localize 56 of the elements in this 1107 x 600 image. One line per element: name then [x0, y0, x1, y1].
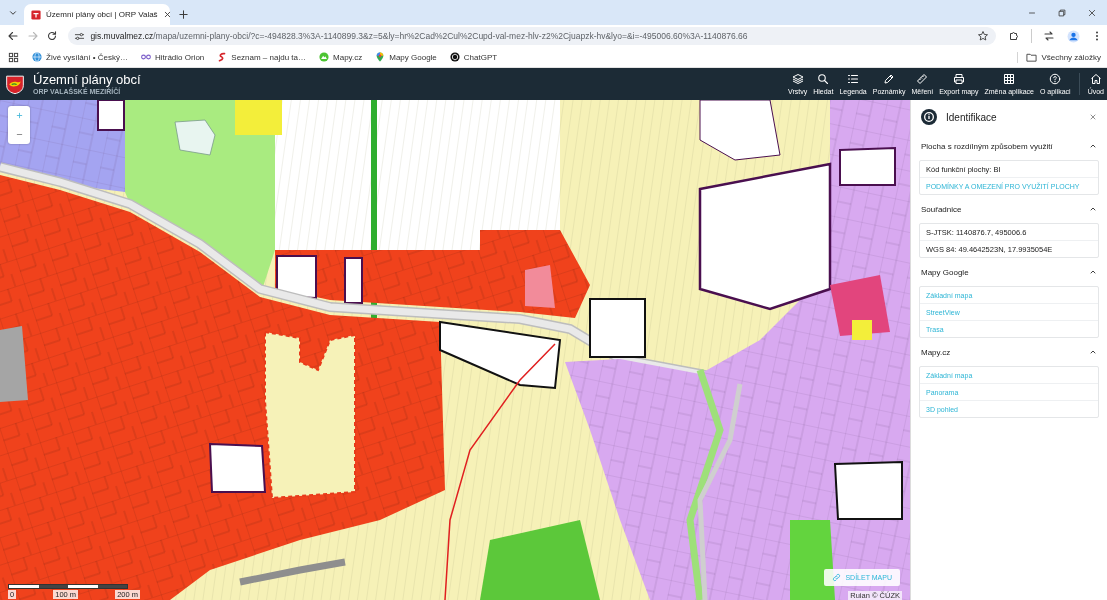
section-header[interactable]: Plocha s rozdílným způsobem využití [919, 134, 1099, 158]
ruler-icon [916, 73, 929, 85]
info-icon [921, 109, 937, 125]
folder-icon [1026, 51, 1038, 63]
browser-tab[interactable]: Územní plány obcí | ORP Valaš [24, 4, 170, 25]
bookmark-star-button[interactable] [976, 29, 990, 43]
apps-button[interactable] [8, 51, 19, 63]
bookmark-link[interactable]: ChatGPT [449, 52, 498, 62]
search-icon [817, 73, 830, 85]
restore-icon [1057, 7, 1067, 18]
section-header[interactable]: Mapy.cz [919, 340, 1099, 364]
hexagon-badge-icon [449, 52, 460, 62]
chevron-up-icon [1089, 348, 1097, 356]
section-header[interactable]: Souřadnice [919, 197, 1099, 221]
grid-icon [1003, 73, 1016, 85]
apps-grid-icon [8, 51, 19, 63]
section-header[interactable]: Mapy Google [919, 260, 1099, 284]
bookmark-link[interactable]: Seznam – najdu ta… [217, 52, 306, 62]
bookmark-link[interactable]: Živé vysílání • Český… [32, 52, 128, 62]
app-title: Územní plány obcí [33, 72, 141, 87]
layers-icon [791, 73, 804, 85]
swap-icon [1043, 30, 1055, 42]
mountain-badge-icon [319, 52, 329, 62]
bookmark-link[interactable]: Mapy Google [375, 52, 437, 62]
map-pin-icon [375, 52, 386, 62]
printer-icon [952, 73, 965, 85]
list-icon [847, 73, 860, 85]
bookmark-link[interactable]: Mapy.cz [319, 52, 363, 62]
close-icon [162, 10, 172, 19]
swoosh-icon [217, 52, 228, 62]
plus-icon [177, 8, 189, 20]
puzzle-icon [1008, 30, 1020, 42]
all-bookmarks-button[interactable]: Všechny záložky [1017, 51, 1101, 63]
chevron-up-icon [1089, 268, 1097, 276]
star-icon [977, 30, 989, 42]
pencil-icon [883, 73, 896, 85]
square-logo-icon [31, 9, 41, 20]
avatar-icon [1066, 29, 1080, 43]
chevron-up-icon [1089, 205, 1097, 213]
close-icon [1089, 113, 1097, 121]
tune-icon [74, 30, 86, 42]
rings-icon [140, 52, 151, 62]
chevron-down-icon [8, 8, 18, 18]
globe-icon [32, 52, 42, 62]
reload-icon [46, 30, 59, 42]
link-icon [832, 573, 842, 582]
bookmark-link[interactable]: Hitrádio Orion [140, 52, 205, 62]
chevron-up-icon [1089, 142, 1097, 150]
forward-arrow-icon [26, 30, 39, 42]
home-icon [1089, 73, 1102, 85]
help-icon [1049, 73, 1062, 85]
address-bar[interactable]: gis.muvalmez.cz/mapa/uzemni-plany-obci/?c=-494828.3%3A-1140899.3&z=5&ly=hr%2Cad%2Cul%2Cupd-val-mez-hlv-z2%2Cjuapzk-hv&lyo=&i=-495006.60%3A-1140876.66 [68, 27, 996, 45]
back-arrow-icon [6, 30, 19, 42]
panel-title: Identifikace [946, 111, 997, 123]
close-icon [1087, 7, 1097, 18]
plus-icon [14, 111, 24, 120]
